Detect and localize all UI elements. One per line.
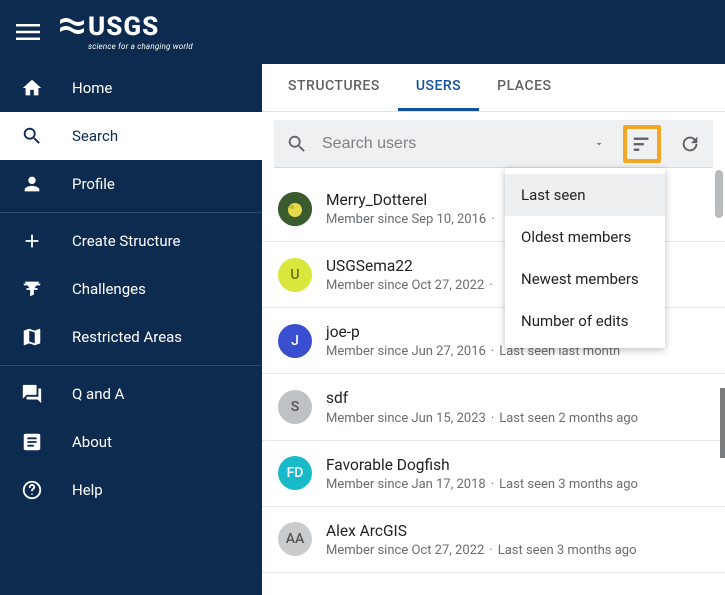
sidebar-item-label: Search xyxy=(72,127,118,145)
sidebar-item-search[interactable]: Search xyxy=(0,112,262,160)
tab-structures[interactable]: STRUCTURES xyxy=(270,64,398,111)
sidebar-item-label: Profile xyxy=(72,175,115,193)
sort-menu-item-last-seen[interactable]: Last seen xyxy=(505,174,665,216)
user-avatar: J xyxy=(278,324,312,358)
sidebar-item-label: Help xyxy=(72,481,103,499)
page-scrollbar[interactable] xyxy=(717,0,725,595)
sort-menu-item-newest[interactable]: Newest members xyxy=(505,258,665,300)
sort-menu-item-oldest[interactable]: Oldest members xyxy=(505,216,665,258)
dropdown-caret-icon[interactable] xyxy=(593,138,605,150)
search-users-input[interactable] xyxy=(322,135,579,153)
sidebar-item-label: Q and A xyxy=(72,385,124,403)
sidebar-divider xyxy=(0,365,262,366)
main-content: STRUCTURES USERS PLACES Merry_DotterelMe… xyxy=(262,64,725,595)
sidebar-item-home[interactable]: Home xyxy=(0,64,262,112)
sort-button[interactable] xyxy=(623,125,661,163)
usgs-logo: USGS science for a changing world xyxy=(60,14,193,51)
user-row[interactable]: AA Alex ArcGIS Member since Oct 27, 2022·L… xyxy=(262,507,725,573)
user-meta: Member since Oct 27, 2022·Last seen 3 mo… xyxy=(326,543,709,558)
refresh-button[interactable] xyxy=(679,133,701,155)
tab-users[interactable]: USERS xyxy=(398,64,479,111)
sidebar-item-challenges[interactable]: Challenges xyxy=(0,265,262,313)
tab-places[interactable]: PLACES xyxy=(479,64,569,111)
sidebar-item-label: About xyxy=(72,433,112,451)
user-name: Favorable Dogfish xyxy=(326,455,709,475)
user-row[interactable]: Ssdf Member since Jun 15, 2023·Last seen … xyxy=(262,374,725,440)
sidebar-item-qa[interactable]: Q and A xyxy=(0,370,262,418)
search-icon xyxy=(286,133,308,155)
sidebar-item-label: Create Structure xyxy=(72,232,181,250)
map-icon xyxy=(20,325,44,349)
menu-toggle-button[interactable] xyxy=(16,20,40,44)
user-name: Alex ArcGIS xyxy=(326,521,709,541)
plus-icon xyxy=(20,229,44,253)
user-meta: Member since Jun 15, 2023·Last seen 2 mo… xyxy=(326,411,709,426)
sidebar-item-profile[interactable]: Profile xyxy=(0,160,262,208)
user-name: sdf xyxy=(326,388,709,408)
app-header: USGS science for a changing world xyxy=(0,0,725,64)
sidebar-item-restricted-areas[interactable]: Restricted Areas xyxy=(0,313,262,361)
sort-menu-item-edits[interactable]: Number of edits xyxy=(505,300,665,342)
user-avatar xyxy=(278,192,312,226)
sidebar-item-label: Challenges xyxy=(72,280,146,298)
sort-menu: Last seen Oldest members Newest members … xyxy=(505,168,665,348)
user-avatar: S xyxy=(278,390,312,424)
person-icon xyxy=(20,172,44,196)
sidebar: Home Search Profile Create Structure Cha… xyxy=(0,64,262,595)
hamburger-icon xyxy=(16,20,40,44)
sidebar-item-label: Restricted Areas xyxy=(72,328,182,346)
sidebar-item-label: Home xyxy=(72,79,112,97)
sidebar-item-create-structure[interactable]: Create Structure xyxy=(0,217,262,265)
filter-icon xyxy=(20,277,44,301)
user-meta: Member since Jan 17, 2018·Last seen 3 mo… xyxy=(326,477,709,492)
refresh-icon xyxy=(679,133,701,155)
home-icon xyxy=(20,76,44,100)
user-avatar: AA xyxy=(278,522,312,556)
help-icon xyxy=(20,478,44,502)
search-filter-bar xyxy=(274,120,713,168)
logo-tagline: science for a changing world xyxy=(60,42,193,51)
user-info: sdf Member since Jun 15, 2023·Last seen 2… xyxy=(326,388,709,425)
user-avatar: U xyxy=(278,258,312,292)
tabs: STRUCTURES USERS PLACES xyxy=(262,64,725,112)
sidebar-item-about[interactable]: About xyxy=(0,418,262,466)
user-avatar: FD xyxy=(278,456,312,490)
sidebar-divider xyxy=(0,212,262,213)
user-row[interactable]: FD Favorable Dogfish Member since Jan 17, … xyxy=(262,441,725,507)
sidebar-item-help[interactable]: Help xyxy=(0,466,262,514)
logo-text: USGS xyxy=(88,14,159,40)
wave-icon xyxy=(60,16,84,38)
qa-icon xyxy=(20,382,44,406)
article-icon xyxy=(20,430,44,454)
search-icon xyxy=(20,124,44,148)
user-info: Alex ArcGIS Member since Oct 27, 2022·Las… xyxy=(326,521,709,558)
sort-icon xyxy=(631,133,653,155)
user-info: Favorable Dogfish Member since Jan 17, 20… xyxy=(326,455,709,492)
